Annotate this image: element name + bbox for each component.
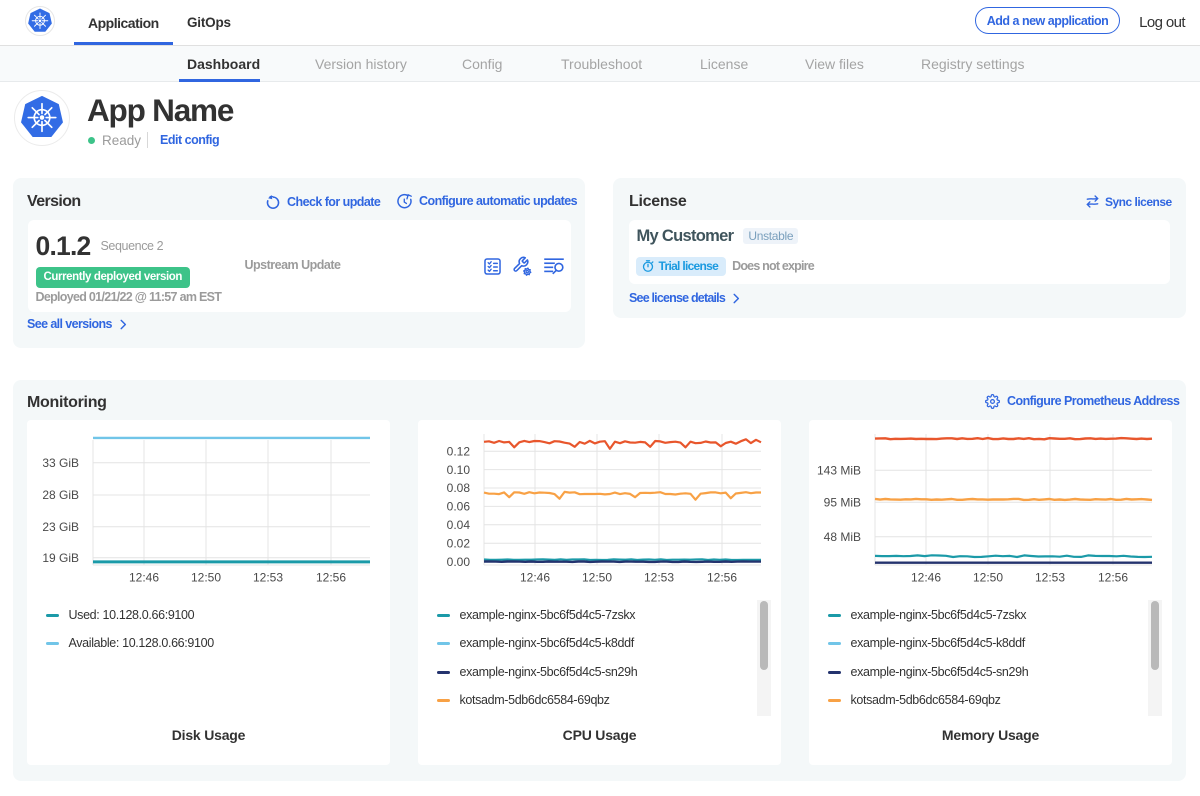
svg-text:12:56: 12:56 [1098, 571, 1128, 585]
svg-text:12:46: 12:46 [129, 571, 159, 585]
svg-text:0.10: 0.10 [447, 463, 471, 477]
svg-text:0.08: 0.08 [447, 481, 471, 495]
svg-text:12:50: 12:50 [582, 571, 612, 585]
svg-text:0.00: 0.00 [447, 555, 471, 569]
svg-text:0.02: 0.02 [447, 536, 471, 550]
svg-text:12:53: 12:53 [253, 571, 283, 585]
svg-text:12:46: 12:46 [520, 571, 550, 585]
svg-text:12:56: 12:56 [707, 571, 737, 585]
svg-text:0.12: 0.12 [447, 444, 471, 458]
svg-text:0.06: 0.06 [447, 500, 471, 514]
svg-text:48 MiB: 48 MiB [824, 530, 861, 544]
svg-text:12:53: 12:53 [1035, 571, 1065, 585]
svg-text:12:50: 12:50 [973, 571, 1003, 585]
svg-text:12:50: 12:50 [191, 571, 221, 585]
svg-text:143 MiB: 143 MiB [817, 463, 861, 477]
svg-text:19 GiB: 19 GiB [42, 551, 79, 565]
svg-text:12:56: 12:56 [316, 571, 346, 585]
svg-text:33 GiB: 33 GiB [42, 456, 79, 470]
svg-text:12:46: 12:46 [911, 571, 941, 585]
svg-text:12:53: 12:53 [644, 571, 674, 585]
svg-text:23 GiB: 23 GiB [42, 520, 79, 534]
svg-text:28 GiB: 28 GiB [42, 488, 79, 502]
svg-text:95 MiB: 95 MiB [824, 496, 861, 510]
svg-text:0.04: 0.04 [447, 518, 471, 532]
